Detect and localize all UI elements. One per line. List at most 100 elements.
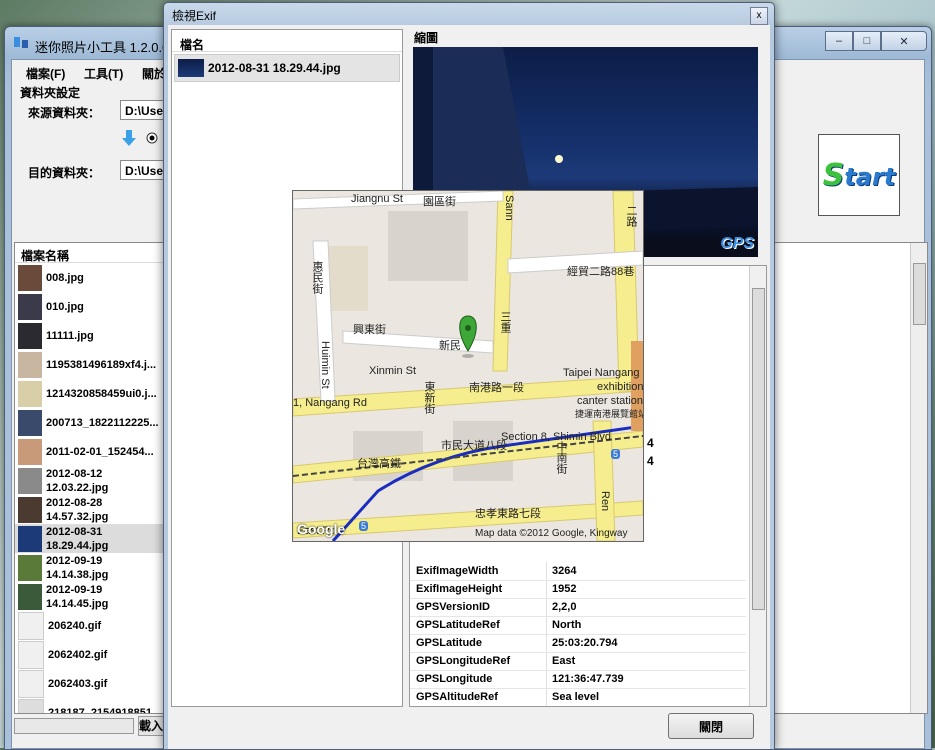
file-list-item[interactable]: 2012-08-12 12.03.22.jpg (15, 466, 167, 495)
partial-value: 4 (647, 454, 654, 468)
map-label: 三重 (499, 311, 511, 333)
file-thumbnail (18, 351, 42, 378)
file-list-item[interactable]: 1195381496189xf4.j... (15, 350, 167, 379)
window-title: 迷你照片小工具 1.2.0.0 (35, 40, 170, 55)
file-list-item[interactable]: 2011-02-01_152454... (15, 437, 167, 466)
map-label: 中南街 (555, 441, 567, 474)
exif-value: 25:03:20.794 (552, 637, 618, 649)
exif-row[interactable]: ExifImageHeight 1952 (410, 580, 746, 599)
map-label: 市民大道八段 (441, 440, 507, 452)
file-list[interactable]: 檔案名稱 008.jpg 010.jpg 11111.jpg 119538149618… (14, 242, 168, 714)
file-list-item[interactable]: 1214320858459ui0.j... (15, 379, 167, 408)
dest-folder-label: 目的資料夾： (28, 166, 101, 180)
file-list-item[interactable]: 2062402.gif (15, 640, 167, 669)
file-thumbnail (18, 380, 42, 407)
exif-row[interactable]: GPSLatitude 25:03:20.794 (410, 634, 746, 653)
map-label: Ren (599, 491, 611, 512)
file-list-item[interactable]: 218187_2154918851... (15, 698, 167, 713)
file-thumbnail (18, 554, 42, 581)
exif-value: 121:36:47.739 (552, 673, 624, 685)
file-name: 2012-09-19 14.14.38.jpg (46, 554, 109, 581)
map-label: 1, Nangang Rd (293, 397, 367, 409)
file-list-item[interactable]: 11111.jpg (15, 321, 167, 350)
minimize-button[interactable]: – (825, 31, 853, 51)
file-thumbnail (18, 669, 44, 698)
radio-button[interactable] (146, 132, 158, 144)
file-thumbnail (18, 264, 42, 291)
file-thumbnail (18, 583, 42, 610)
map-label: Xinmin St (369, 365, 417, 377)
source-folder-label: 來源資料夾： (28, 106, 101, 120)
gps-badge: GPS (720, 235, 754, 252)
file-list-item[interactable]: 206240.gif (15, 611, 167, 640)
map-label: Jiangnu St (351, 193, 403, 205)
menu-tools[interactable]: 工具(T) (84, 65, 123, 82)
dialog-title: 檢視Exif (172, 9, 217, 23)
result-list[interactable] (772, 242, 928, 714)
exif-key: GPSLatitudeRef (416, 619, 500, 631)
exif-key: GPSVersionID (416, 601, 490, 613)
exif-key: GPSAltitudeRef (416, 691, 498, 703)
file-list-item[interactable]: 010.jpg (15, 292, 167, 321)
file-thumbnail (178, 59, 204, 77)
file-name: 2012-08-31 18.29.44.jpg (46, 525, 109, 552)
file-thumbnail (18, 467, 42, 494)
progress-bar (14, 718, 134, 734)
file-name: 2012-08-28 14.57.32.jpg (46, 496, 109, 523)
file-name: 1214320858459ui0.j... (46, 387, 157, 400)
file-name: 2012-08-12 12.03.22.jpg (46, 467, 109, 494)
exif-row[interactable]: ExifImageWidth 3264 (410, 562, 746, 581)
close-button[interactable]: ✕ (881, 31, 927, 51)
map-label: 經貿二路88巷 (567, 266, 635, 278)
route-shield-icon: 5 (611, 449, 621, 459)
exif-row[interactable]: GPSAltitudeRef Sea level (410, 688, 746, 706)
file-list-item[interactable]: 2012-09-19 14.14.45.jpg (15, 582, 167, 611)
menu-file[interactable]: 檔案(F) (26, 65, 65, 82)
app-icon (14, 37, 28, 48)
exif-value: North (552, 619, 582, 631)
file-thumbnail (18, 611, 44, 640)
map-copyright: Map data ©2012 Google, Kingway (475, 528, 628, 539)
dialog-close-icon[interactable]: x (750, 7, 768, 25)
map-label: 園區街 (423, 196, 456, 208)
filename-row[interactable]: 2012-08-31 18.29.44.jpg (174, 54, 400, 82)
dialog-close-button[interactable]: 關閉 (668, 713, 754, 739)
exif-row[interactable]: GPSLongitudeRef East (410, 652, 746, 671)
file-list-item[interactable]: 2012-08-28 14.57.32.jpg (15, 495, 167, 524)
map-label: 東新街 (423, 381, 435, 414)
file-list-item[interactable]: 2062403.gif (15, 669, 167, 698)
exif-row[interactable]: GPSVersionID 2,2,0 (410, 598, 746, 617)
file-name: 2011-02-01_152454... (46, 445, 154, 458)
exif-row[interactable]: GPSLatitudeRef North (410, 616, 746, 635)
exif-row[interactable]: GPSLongitude 121:36:47.739 (410, 670, 746, 689)
map-label: 二路 (625, 205, 637, 227)
exif-scrollbar[interactable] (749, 266, 766, 706)
maximize-button[interactable]: □ (853, 31, 881, 51)
partial-value: 4 (647, 436, 654, 450)
map-label: Taipei Nangang (563, 367, 640, 379)
exif-row[interactable]: GPSAltitude0 m (410, 706, 746, 707)
map-label: 南港路一段 (469, 382, 524, 394)
status-bar: 載入 (14, 716, 180, 736)
google-logo: Google (297, 521, 346, 537)
file-list-item[interactable]: 200713_1822112225... (15, 408, 167, 437)
start-button[interactable]: Start (818, 134, 900, 216)
file-thumbnail (18, 496, 42, 523)
start-label: Start (822, 157, 896, 193)
file-list-item[interactable]: 2012-08-31 18.29.44.jpg (15, 524, 167, 553)
exif-value: East (552, 655, 576, 667)
file-thumbnail (18, 293, 42, 320)
exif-key: GPSLatitude (416, 637, 483, 649)
file-thumbnail (18, 409, 42, 436)
file-list-header[interactable]: 檔案名稱 (15, 243, 167, 263)
scrollbar[interactable] (910, 243, 927, 713)
file-thumbnail (18, 438, 42, 465)
file-thumbnail (18, 698, 44, 713)
folder-settings-title: 資料夾設定 (20, 86, 81, 100)
file-list-item[interactable]: 008.jpg (15, 263, 167, 292)
gps-map[interactable]: Jiangnu St 園區街 Sann 二路 經貿二路88巷 惠民街 興東街 三… (292, 190, 644, 542)
map-roads (293, 191, 643, 541)
file-list-item[interactable]: 2012-09-19 14.14.38.jpg (15, 553, 167, 582)
arrow-down-icon[interactable] (122, 130, 136, 146)
map-label: canter station (577, 395, 644, 407)
